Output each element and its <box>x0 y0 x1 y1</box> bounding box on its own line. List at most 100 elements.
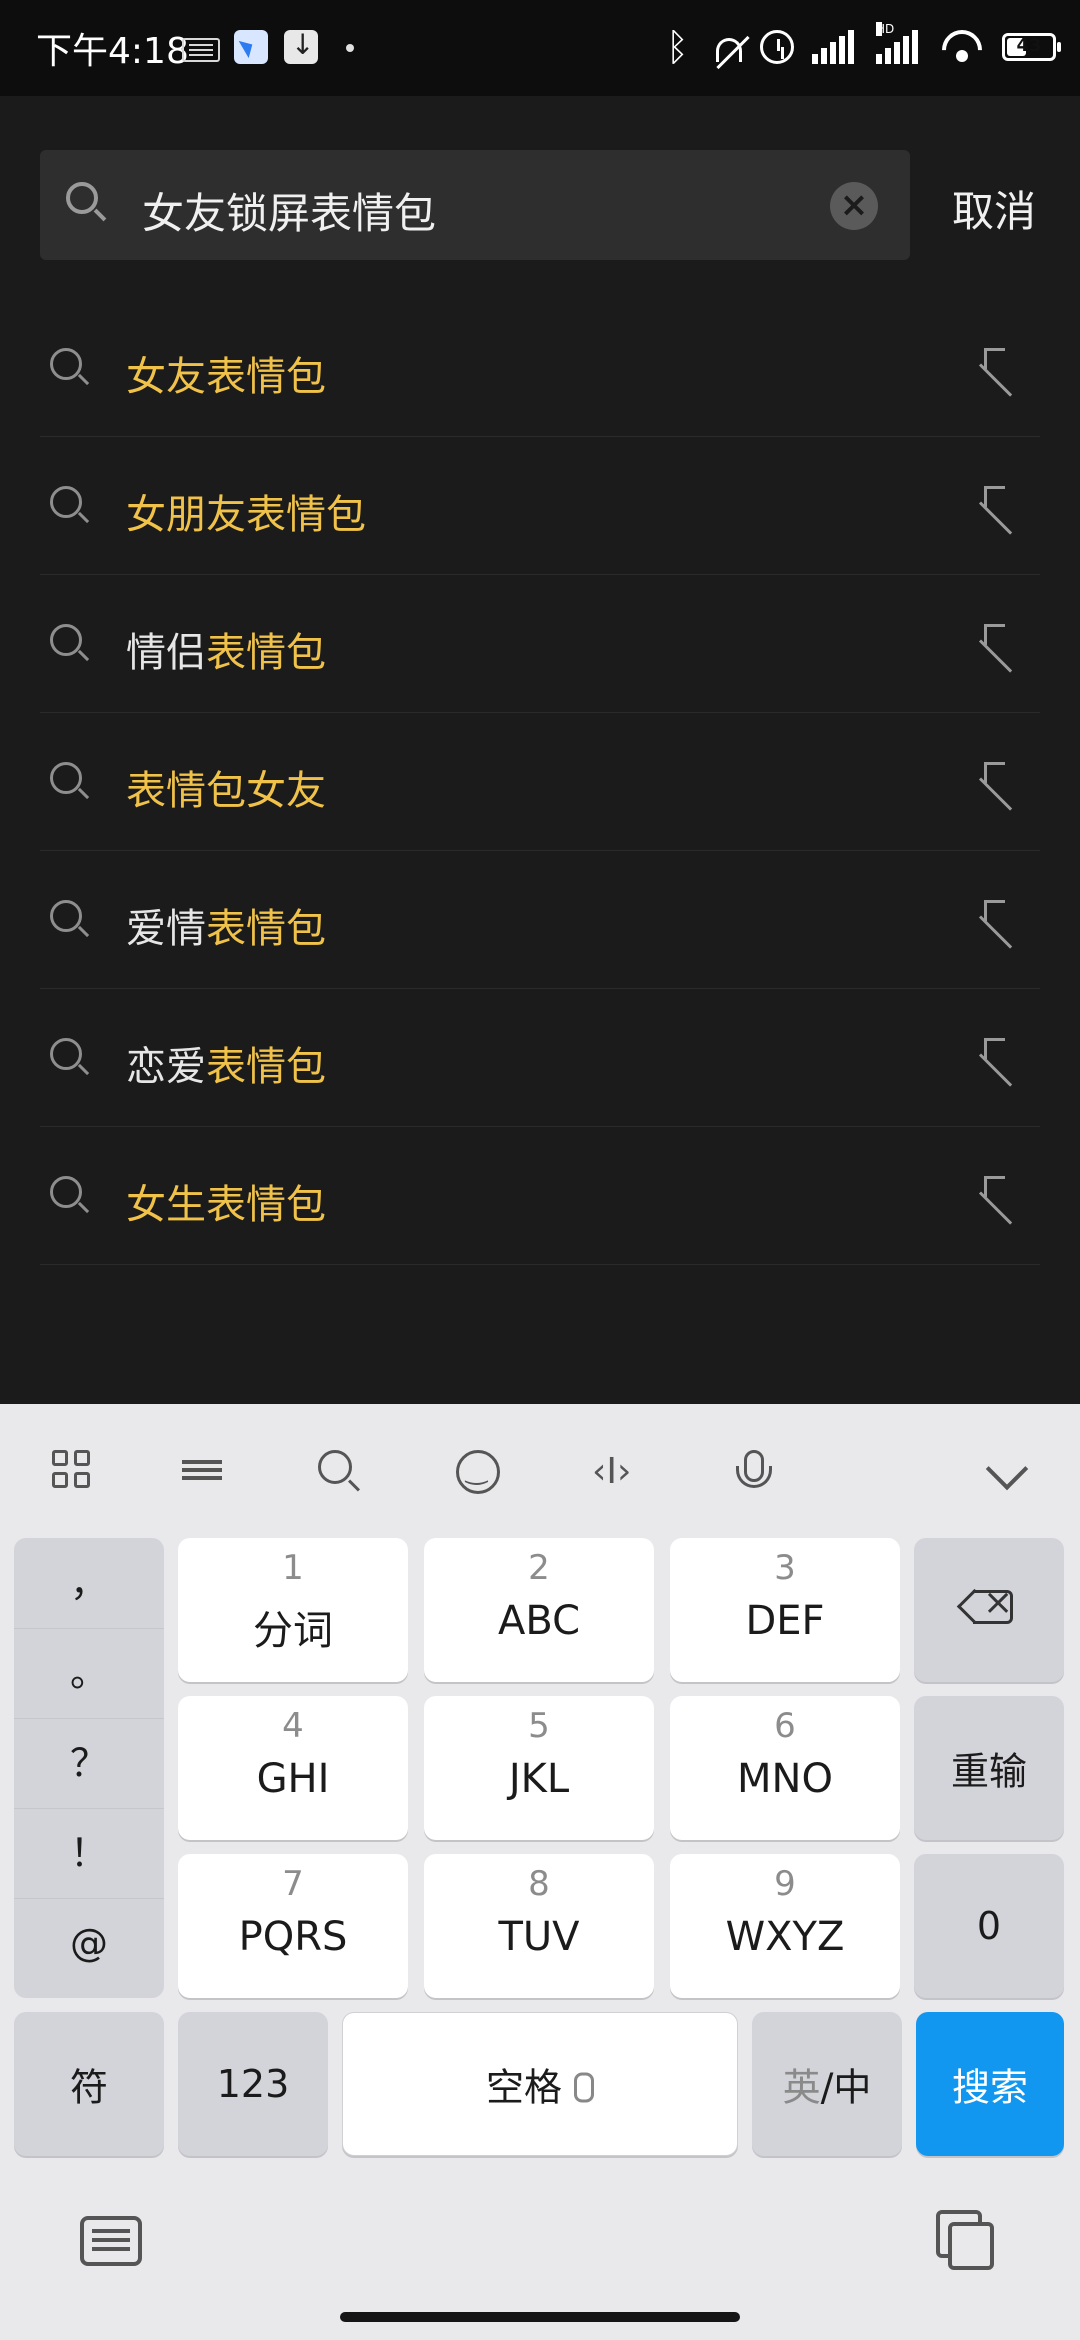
punctuation-key[interactable]: 。 <box>14 1628 164 1719</box>
clear-search-button[interactable]: × <box>830 182 878 230</box>
key-number: 9 <box>774 1864 796 1904</box>
keyboard-layout-icon[interactable] <box>180 1450 224 1494</box>
suggestion-highlight: 女友表情包 <box>126 354 326 400</box>
t9-key[interactable]: 3 DEF <box>670 1538 900 1682</box>
suggestion-plain: 情侣 <box>126 630 206 676</box>
fill-query-arrow-icon[interactable] <box>982 898 1022 938</box>
space-label: 空格 <box>485 2065 562 2110</box>
t9-key[interactable]: 1 分词 <box>178 1538 408 1682</box>
suggestion-highlight: 女生 <box>126 1182 206 1228</box>
fill-query-arrow-icon[interactable] <box>982 1036 1022 1076</box>
collapse-keyboard-icon[interactable] <box>984 1450 1028 1494</box>
suggestion-text: 女生表情包 <box>126 1172 326 1230</box>
t9-key[interactable]: 9 WXYZ <box>670 1854 900 1998</box>
suggestion-highlight: 表情包 <box>206 906 326 952</box>
cursor-move-icon[interactable]: ‹I› <box>592 1450 636 1494</box>
search-key-label: 搜索 <box>951 2065 1028 2110</box>
emoji-icon[interactable] <box>456 1450 500 1494</box>
search-icon <box>66 182 110 226</box>
suggestion-item[interactable]: 情侣表情包 <box>40 576 1040 713</box>
punctuation-key[interactable]: ？ <box>14 1718 164 1809</box>
key-letters: TUV <box>498 1914 580 1960</box>
fill-query-arrow-icon[interactable] <box>982 622 1022 662</box>
suggestion-item[interactable]: 表情包女友 <box>40 714 1040 851</box>
apps-grid-icon[interactable] <box>52 1450 96 1494</box>
suggestion-text: 情侣表情包 <box>126 620 326 678</box>
suggestion-item[interactable]: 爱情表情包 <box>40 852 1040 989</box>
suggestion-text: 女友表情包 <box>126 344 326 402</box>
zero-key[interactable]: 0 <box>914 1854 1064 1998</box>
search-icon <box>50 762 90 802</box>
alarm-icon <box>760 30 794 64</box>
app-notification-icon <box>234 30 268 64</box>
search-icon <box>50 348 90 388</box>
suggestion-item[interactable]: 恋爱表情包 <box>40 990 1040 1127</box>
fill-query-arrow-icon[interactable] <box>982 1174 1022 1214</box>
clipboard-icon[interactable] <box>936 2210 998 2270</box>
key-number: 6 <box>774 1706 796 1746</box>
key-number: 8 <box>528 1864 550 1904</box>
backspace-key[interactable] <box>914 1538 1064 1682</box>
key-letters: 分词 <box>253 1608 333 1654</box>
key-number: 4 <box>282 1706 304 1746</box>
key-number: 2 <box>528 1548 550 1588</box>
keyboard-search-icon[interactable] <box>318 1450 362 1494</box>
home-indicator[interactable] <box>340 2312 740 2322</box>
suggestion-highlight: 表情包女友 <box>126 768 326 814</box>
reinput-key[interactable]: 重输 <box>914 1696 1064 1840</box>
cancel-button[interactable]: 取消 <box>952 178 1036 239</box>
suggestion-item[interactable]: 女朋友表情包 <box>40 438 1040 575</box>
t9-key[interactable]: 8 TUV <box>424 1854 654 1998</box>
suggestion-plain: 爱情 <box>126 906 206 952</box>
fill-query-arrow-icon[interactable] <box>982 346 1022 386</box>
suggestion-item[interactable]: 女友表情包 <box>40 300 1040 437</box>
t9-key[interactable]: 5 JKL <box>424 1696 654 1840</box>
numeric-key[interactable]: 123 <box>178 2012 328 2156</box>
suggestion-highlight: 表情包 <box>206 1044 326 1090</box>
reinput-label: 重输 <box>950 1749 1027 1794</box>
key-letters: ABC <box>497 1598 581 1644</box>
fill-query-arrow-icon[interactable] <box>982 760 1022 800</box>
search-bar[interactable]: 女友锁屏表情包 × <box>40 150 910 260</box>
symbol-key[interactable]: 符 <box>14 2012 164 2156</box>
key-number: 7 <box>282 1864 304 1904</box>
switch-keyboard-icon[interactable] <box>80 2216 142 2266</box>
suggestion-highlight: 表情包 <box>206 630 326 676</box>
t9-key[interactable]: 6 MNO <box>670 1696 900 1840</box>
search-icon <box>50 1038 90 1078</box>
bluetooth-icon <box>658 25 698 69</box>
status-time: 下午4:18 <box>36 31 189 72</box>
keyboard-icon <box>182 38 220 62</box>
space-key[interactable]: 空格 <box>342 2012 738 2156</box>
download-icon <box>284 28 318 64</box>
punctuation-column[interactable]: ，。？！ @ <box>14 1538 164 1998</box>
status-icons: HD 43 <box>658 22 1061 72</box>
t9-key[interactable]: 7 PQRS <box>178 1854 408 1998</box>
lang-separator: / <box>820 2065 834 2110</box>
punctuation-key[interactable]: @ <box>14 1898 164 1988</box>
suggestion-item[interactable]: 女生表情包 <box>40 1128 1040 1265</box>
status-bar: 下午4:18 HD 43 <box>0 0 1080 96</box>
punctuation-key[interactable]: ， <box>14 1538 164 1629</box>
numeric-label: 123 <box>216 2062 290 2106</box>
search-icon <box>50 486 90 526</box>
zero-label: 0 <box>976 1904 1002 1948</box>
keyboard-toolbar: ‹I› <box>0 1404 1080 1534</box>
key-letters: GHI <box>256 1756 330 1802</box>
t9-key[interactable]: 2 ABC <box>424 1538 654 1682</box>
suggestion-highlight: 表情包 <box>206 1182 326 1228</box>
suggestion-plain: 恋爱 <box>126 1044 206 1090</box>
battery-level: 43 <box>1016 35 1042 56</box>
t9-key[interactable]: 4 GHI <box>178 1696 408 1840</box>
voice-input-icon[interactable] <box>732 1450 776 1494</box>
punctuation-key[interactable]: ！ <box>14 1808 164 1899</box>
search-input[interactable]: 女友锁屏表情包 <box>142 180 436 241</box>
language-switch-key[interactable]: 英/中 <box>752 2012 902 2156</box>
search-icon <box>50 900 90 940</box>
suggestion-text: 恋爱表情包 <box>126 1034 326 1092</box>
space-mic-icon <box>574 2072 594 2103</box>
fill-query-arrow-icon[interactable] <box>982 484 1022 524</box>
key-letters: JKL <box>508 1756 570 1802</box>
search-key[interactable]: 搜索 <box>916 2012 1064 2156</box>
key-letters: PQRS <box>238 1914 348 1960</box>
